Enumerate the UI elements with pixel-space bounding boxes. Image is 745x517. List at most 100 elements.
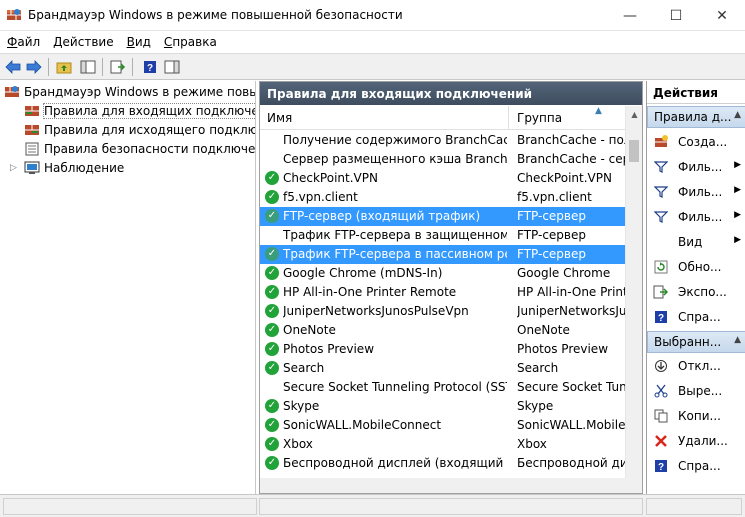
svg-text:?: ? <box>147 63 153 74</box>
minimize-button[interactable]: — <box>607 0 653 31</box>
toolbar: ? <box>0 53 745 80</box>
tree-item-monitoring[interactable]: ▷ Наблюдение <box>10 159 124 177</box>
tree-item-connection-security[interactable]: Правила безопасности подключения <box>24 140 255 158</box>
action-item[interactable]: Вид ▶ <box>647 230 745 254</box>
rule-name: Search <box>283 361 325 375</box>
enabled-check-icon: ✓ <box>265 209 279 223</box>
show-action-pane-button[interactable] <box>162 57 182 77</box>
column-header-group[interactable]: Группа <box>517 111 562 125</box>
menu-view[interactable]: Вид <box>120 31 157 49</box>
column-headers: Имя Группа ▲ <box>260 106 626 130</box>
refresh-icon <box>653 259 669 275</box>
enabled-check-icon: ✓ <box>265 437 279 451</box>
filter-icon <box>653 184 669 200</box>
table-row[interactable]: ✓ Беспроводной дисплей (входящий тра... Бе… <box>260 454 626 473</box>
table-row[interactable]: ✓ CheckPoint.VPN CheckPoint.VPN <box>260 169 626 188</box>
rule-group: f5.vpn.client <box>517 190 592 204</box>
action-item[interactable]: Филь... ▶ <box>647 205 745 229</box>
export-list-button[interactable] <box>108 57 128 77</box>
rule-name: HP All-in-One Printer Remote <box>283 285 457 299</box>
firewall-app-icon <box>6 7 22 23</box>
close-button[interactable]: ✕ <box>699 0 745 31</box>
submenu-arrow-icon: ▶ <box>734 160 741 170</box>
table-row[interactable]: ✓ Search Search <box>260 359 626 378</box>
help-button[interactable]: ? <box>140 57 160 77</box>
enabled-check-icon: ✓ <box>265 323 279 337</box>
monitoring-icon <box>24 161 40 174</box>
table-row[interactable]: ✓ Google Chrome (mDNS-In) Google Chrome <box>260 264 626 283</box>
export-icon <box>653 284 669 300</box>
table-row[interactable]: ✓ OneNote OneNote <box>260 321 626 340</box>
column-header-name[interactable]: Имя <box>267 111 292 125</box>
action-item[interactable]: Экспо... <box>647 280 745 304</box>
rule-group: Беспроводной дисп <box>517 456 626 470</box>
action-pane-icon <box>164 60 180 74</box>
rule-group: Google Chrome <box>517 266 611 280</box>
tree-root[interactable]: Брандмауэр Windows в режиме повышен <box>4 83 255 101</box>
actions-section-rules[interactable]: Правила д... ▲ <box>647 106 745 128</box>
table-row[interactable]: ✓ Xbox Xbox <box>260 435 626 454</box>
action-label: Копи... <box>678 409 721 423</box>
console-tree: Брандмауэр Windows в режиме повышен Прав… <box>0 81 256 494</box>
status-bar <box>0 494 745 517</box>
table-row[interactable]: ✓ f5.vpn.client f5.vpn.client <box>260 188 626 207</box>
submenu-arrow-icon: ▶ <box>734 185 741 195</box>
tree-item-inbound-rules[interactable]: Правила для входящих подключений <box>24 102 255 120</box>
rule-group: FTP-сервер <box>517 209 586 223</box>
action-item[interactable]: ? Спра... <box>647 454 745 478</box>
menu-file[interactable]: Файл <box>0 31 46 49</box>
rule-group: FTP-сервер <box>517 228 586 242</box>
forward-button[interactable] <box>24 57 44 77</box>
action-item[interactable]: Выре... <box>647 379 745 403</box>
table-row[interactable]: ✓ FTP-сервер (входящий трафик) FTP-сервер <box>260 207 626 226</box>
table-row[interactable]: ✓ JuniperNetworksJunosPulseVpn JuniperNetw… <box>260 302 626 321</box>
action-item[interactable]: Филь... ▶ <box>647 180 745 204</box>
back-button[interactable] <box>3 57 23 77</box>
table-row[interactable]: ✓ Трафик FTP-сервера в пассивном реж... FT… <box>260 245 626 264</box>
action-item[interactable]: Копи... <box>647 404 745 428</box>
table-row[interactable]: Трафик FTP-сервера в защищенном р... FTP-… <box>260 226 626 245</box>
table-row[interactable]: ✓ Photos Preview Photos Preview <box>260 340 626 359</box>
action-label: Экспо... <box>678 285 727 299</box>
show-hide-tree-button[interactable] <box>78 57 98 77</box>
rule-name: Secure Socket Tunneling Protocol (SSTP-.… <box>283 380 507 394</box>
cut-icon <box>653 383 669 399</box>
action-item[interactable]: Откл... <box>647 354 745 378</box>
table-row[interactable]: ✓ SonicWALL.MobileConnect SonicWALL.Mobile… <box>260 416 626 435</box>
maximize-button[interactable]: ☐ <box>653 0 699 31</box>
rule-name: Трафик FTP-сервера в пассивном реж... <box>283 247 507 261</box>
action-item[interactable]: Обно... <box>647 255 745 279</box>
action-item[interactable]: Филь... ▶ <box>647 155 745 179</box>
rule-group: BranchCache - серв <box>517 152 626 166</box>
horizontal-scrollbar[interactable] <box>259 478 643 494</box>
action-item[interactable]: ? Спра... <box>647 305 745 329</box>
rule-name: Xbox <box>283 437 313 451</box>
scroll-thumb[interactable] <box>629 140 639 162</box>
action-label: Откл... <box>678 359 721 373</box>
table-row[interactable]: ✓ Skype Skype <box>260 397 626 416</box>
up-folder-button[interactable] <box>54 57 74 77</box>
table-row[interactable]: Получение содержимого BranchCache ... Bra… <box>260 131 626 150</box>
actions-title: Действия <box>647 81 745 104</box>
table-row[interactable]: Secure Socket Tunneling Protocol (SSTP-.… <box>260 378 626 397</box>
rule-name: JuniperNetworksJunosPulseVpn <box>283 304 469 318</box>
enabled-check-icon: ✓ <box>265 399 279 413</box>
actions-section-selected[interactable]: Выбранн... ▲ <box>647 331 745 353</box>
vertical-scrollbar[interactable]: ▲ ▼ <box>625 106 642 493</box>
menu-action[interactable]: Действие <box>46 31 119 49</box>
table-row[interactable]: ✓ HP All-in-One Printer Remote HP All-in-O… <box>260 283 626 302</box>
svg-text:?: ? <box>658 462 664 473</box>
inbound-rules-icon <box>25 106 39 116</box>
action-item[interactable]: Созда... <box>647 130 745 154</box>
rule-group: CheckPoint.VPN <box>517 171 612 185</box>
expand-chevron-icon[interactable]: ▷ <box>10 163 24 173</box>
scroll-up-icon[interactable]: ▲ <box>626 106 642 123</box>
rule-name: Google Chrome (mDNS-In) <box>283 266 443 280</box>
action-item[interactable]: Удали... <box>647 429 745 453</box>
menu-help[interactable]: Справка <box>157 31 223 49</box>
enabled-check-icon: ✓ <box>265 190 279 204</box>
table-row[interactable]: Сервер размещенного кэша BranchCa... Bran… <box>260 150 626 169</box>
pane-title: Правила для входящих подключений <box>260 82 642 105</box>
rule-group: SonicWALL.MobileCo <box>517 418 626 432</box>
tree-item-outbound-rules[interactable]: Правила для исходящего подключе <box>24 121 255 139</box>
